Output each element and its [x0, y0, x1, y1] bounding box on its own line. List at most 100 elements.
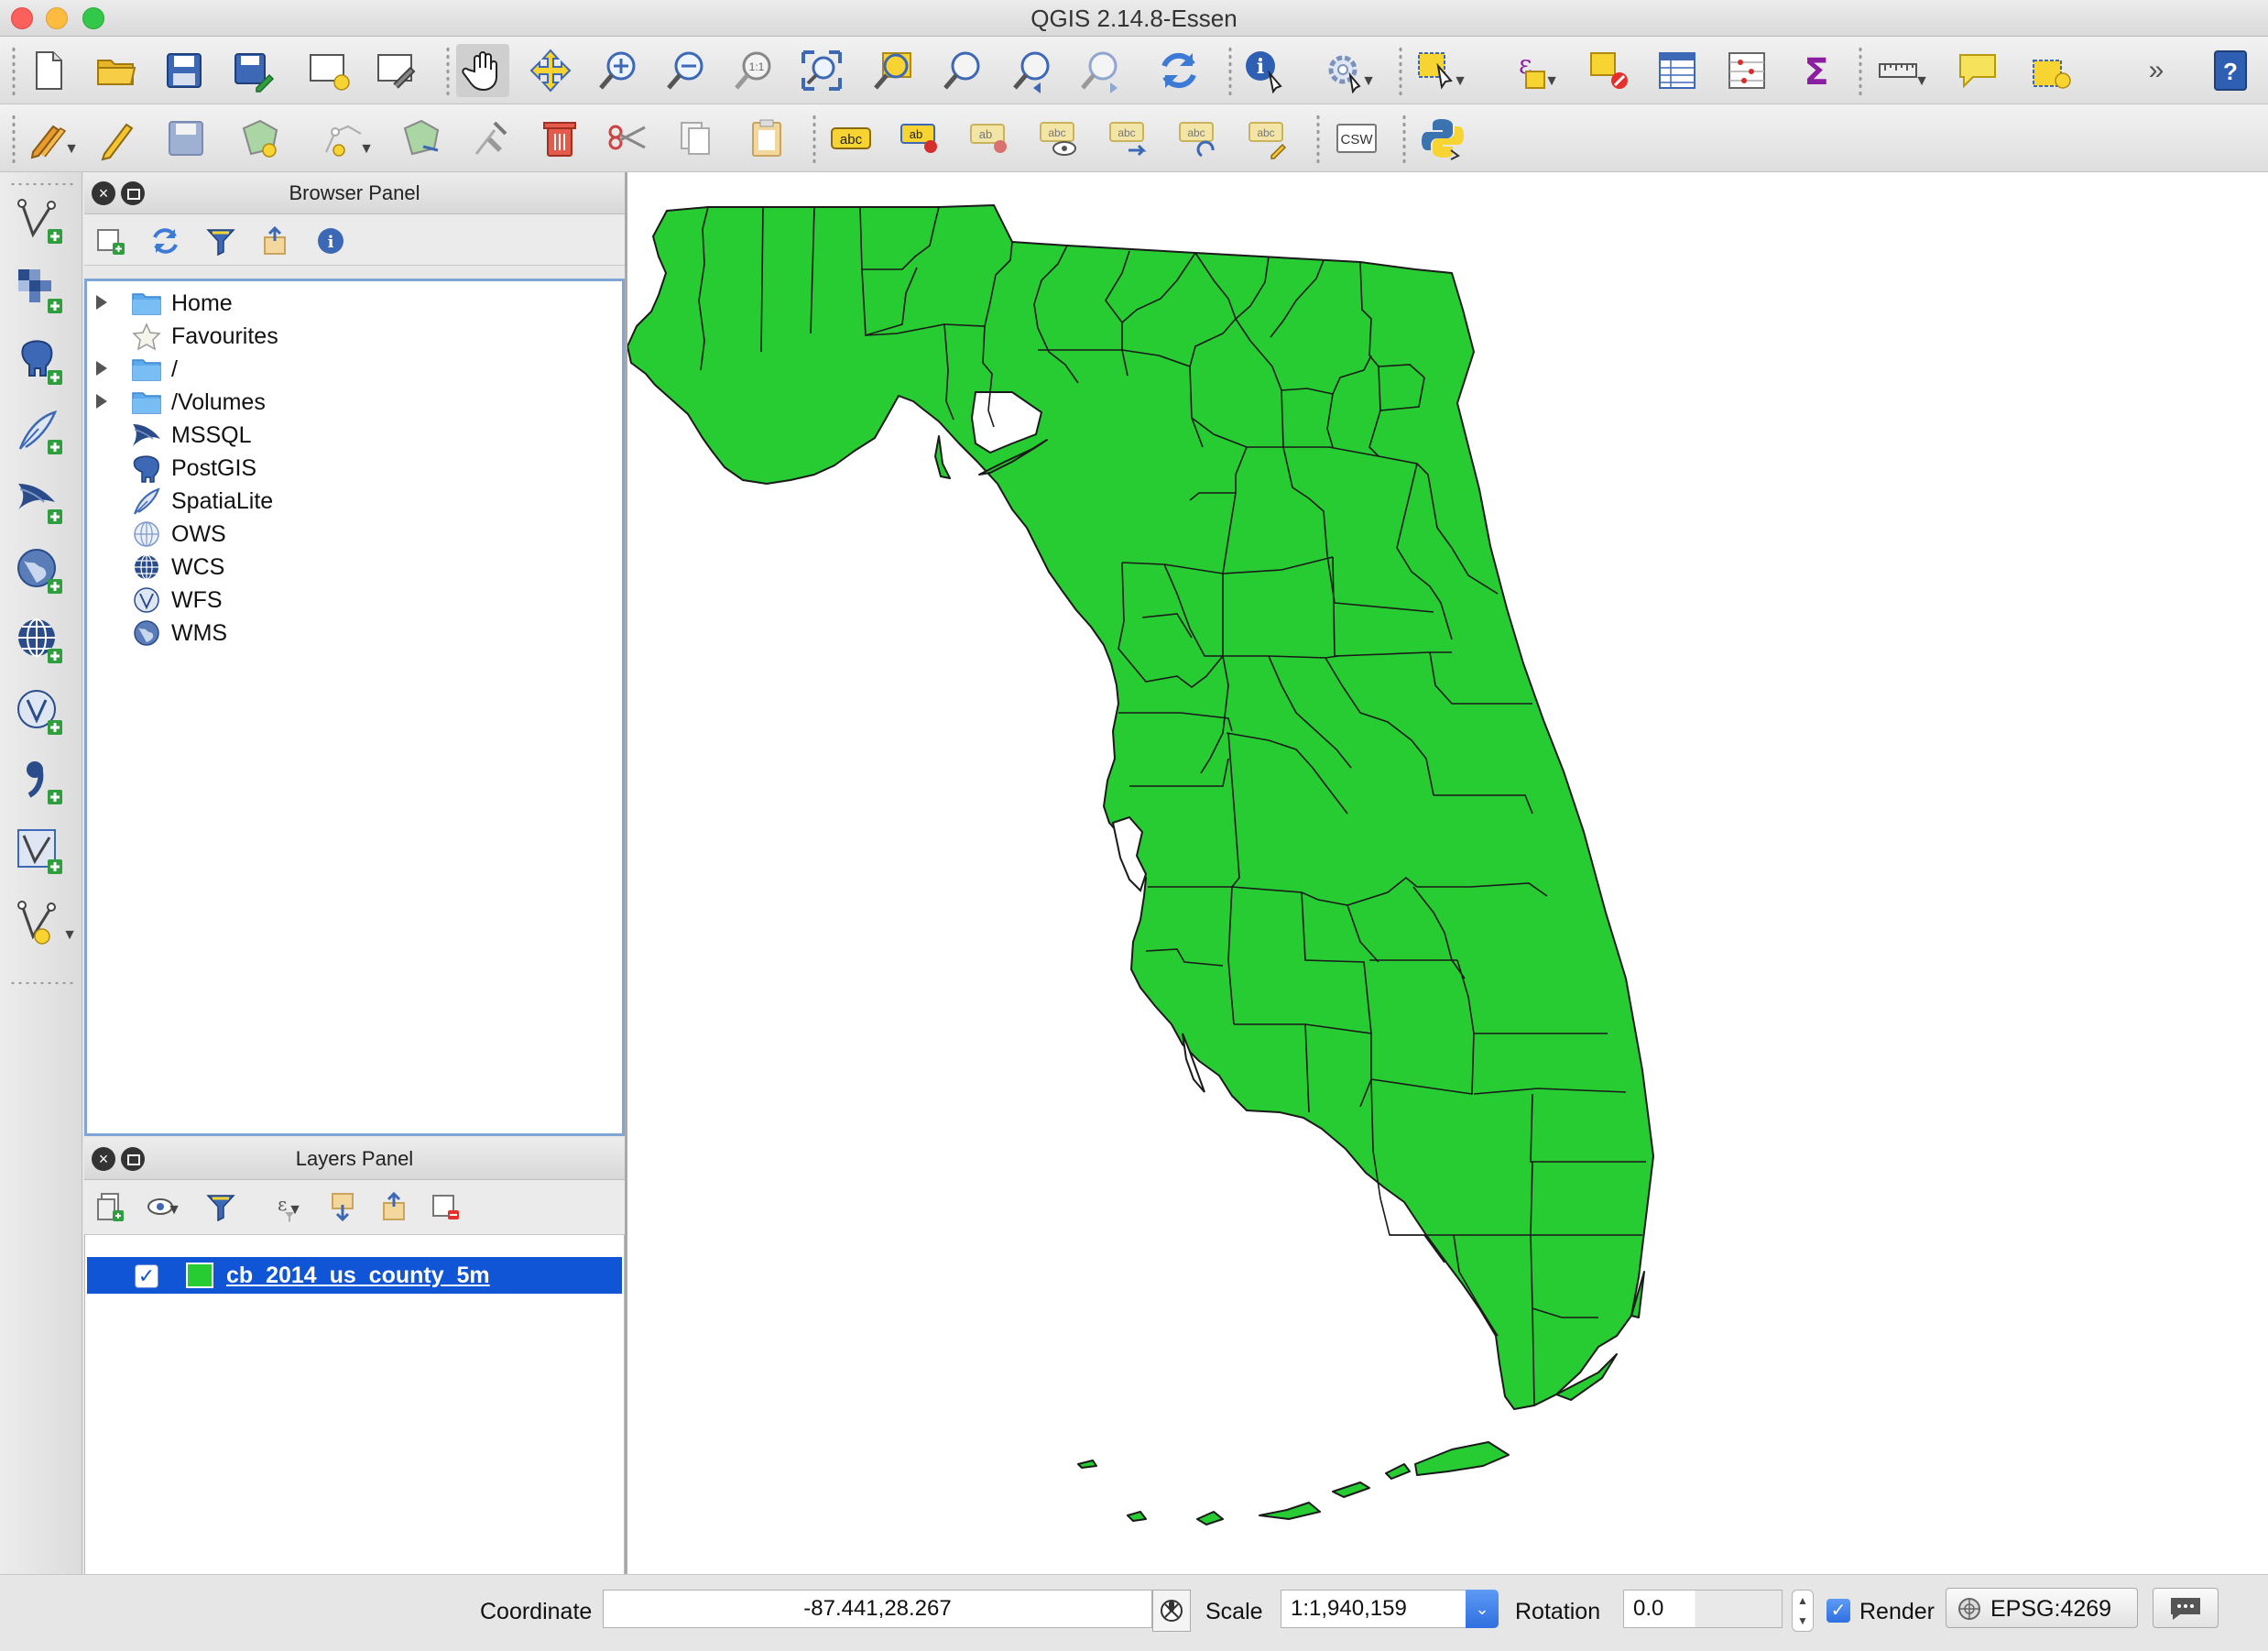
zoom-in-button[interactable] — [592, 44, 645, 97]
show-hide-labels-button[interactable]: abc — [1033, 112, 1086, 165]
tree-item-root[interactable]: / — [87, 353, 618, 386]
toolbar-grip[interactable] — [9, 980, 73, 986]
tree-item-home[interactable]: Home — [87, 287, 618, 320]
add-spatialite-layer-button[interactable] — [13, 405, 68, 460]
manage-layer-visibility-button[interactable]: ▼ — [143, 1187, 181, 1226]
layer-labeling-options-button[interactable]: abc — [824, 112, 878, 165]
add-vector-layer-button[interactable] — [13, 194, 68, 249]
select-features-button[interactable]: ▼ — [1411, 44, 1467, 97]
toolbar-grip[interactable] — [9, 181, 73, 187]
new-print-composer-button[interactable] — [302, 44, 355, 97]
run-feature-action-button[interactable]: ▼ — [1319, 44, 1376, 97]
cut-features-button[interactable] — [601, 112, 654, 165]
save-as-button[interactable] — [225, 44, 278, 97]
expand-arrow-icon[interactable] — [96, 361, 107, 376]
layer-row[interactable]: ✓ cb_2014_us_county_5m — [87, 1257, 622, 1294]
add-feature-button[interactable] — [233, 112, 286, 165]
add-wfs-layer-button[interactable] — [13, 685, 68, 740]
pin-labels-button[interactable]: ab — [894, 112, 947, 165]
add-wms-layer-button[interactable] — [13, 544, 68, 599]
tree-item-wms[interactable]: WMS — [87, 617, 618, 650]
toolbar-grip[interactable] — [445, 46, 451, 95]
zoom-to-selection-button[interactable] — [867, 44, 920, 97]
highlight-pinned-labels-button[interactable]: ab — [964, 112, 1017, 165]
toggle-editing-button[interactable] — [92, 112, 145, 165]
expand-arrow-icon[interactable] — [96, 295, 107, 310]
select-by-expression-button[interactable]: ε ▼ — [1502, 44, 1559, 97]
node-edit-tool-button[interactable] — [463, 112, 517, 165]
zoom-native-resolution-button[interactable]: 1:1 — [727, 44, 780, 97]
toolbar-grip[interactable] — [11, 114, 16, 163]
collapse-all-button[interactable] — [376, 1187, 414, 1226]
layers-tree[interactable]: ✓ cb_2014_us_county_5m — [84, 1235, 625, 1574]
new-project-button[interactable] — [22, 44, 75, 97]
enable-properties-button[interactable]: i — [311, 222, 350, 260]
expand-all-button[interactable] — [324, 1187, 363, 1226]
rotate-label-button[interactable]: abc — [1172, 112, 1226, 165]
field-calculator-button[interactable]: Σ — [1790, 44, 1843, 97]
add-virtual-layer-button[interactable] — [13, 825, 68, 880]
toolbar-grip[interactable] — [11, 46, 16, 95]
tree-item-wfs[interactable]: WFS — [87, 584, 618, 617]
add-wcs-layer-button[interactable] — [13, 614, 68, 669]
move-feature-button[interactable]: ▼ — [317, 112, 374, 165]
crs-status-button[interactable]: EPSG:4269 — [1946, 1588, 2138, 1628]
add-delimited-text-layer-button[interactable] — [13, 755, 68, 810]
tree-item-ows[interactable]: OWS — [87, 518, 618, 551]
toolbar-grip[interactable] — [1401, 114, 1407, 163]
measure-line-button[interactable]: ▼ — [1872, 44, 1929, 97]
tree-item-spatialite[interactable]: SpatiaLite — [87, 485, 618, 518]
refresh-browser-button[interactable] — [147, 222, 185, 260]
toolbar-grip[interactable] — [812, 114, 817, 163]
map-canvas[interactable] — [625, 172, 2268, 1574]
add-group-button[interactable] — [92, 1187, 130, 1226]
add-raster-layer-button[interactable] — [13, 264, 68, 319]
pan-map-button[interactable] — [456, 44, 509, 97]
change-label-button[interactable]: abc — [1242, 112, 1295, 165]
tree-item-favourites[interactable]: Favourites — [87, 320, 618, 353]
paste-features-button[interactable] — [740, 112, 793, 165]
expand-arrow-icon[interactable] — [96, 394, 107, 409]
toggle-extents-button[interactable] — [1152, 1590, 1191, 1632]
collapse-all-button[interactable] — [256, 222, 295, 260]
toolbar-grip[interactable] — [1227, 46, 1233, 95]
map-tips-button[interactable] — [1951, 44, 2004, 97]
toolbar-overflow-button[interactable]: » — [2140, 44, 2173, 97]
node-tool-button[interactable] — [394, 112, 447, 165]
identify-features-button[interactable]: i — [1238, 44, 1292, 97]
coordinate-field[interactable]: -87.441,28.267 — [603, 1590, 1152, 1628]
scale-dropdown-button[interactable]: ⌄ — [1466, 1590, 1499, 1628]
render-checkbox[interactable]: ✓ — [1826, 1599, 1850, 1623]
toolbar-grip[interactable] — [1858, 46, 1863, 95]
zoom-next-button[interactable] — [1074, 44, 1127, 97]
zoom-to-layer-button[interactable] — [936, 44, 989, 97]
filter-legend-button[interactable] — [202, 1187, 240, 1226]
open-project-button[interactable] — [90, 44, 143, 97]
zoom-out-button[interactable] — [660, 44, 713, 97]
log-messages-button[interactable] — [2153, 1588, 2219, 1628]
save-layer-edits-button[interactable] — [159, 112, 213, 165]
layer-visibility-checkbox[interactable]: ✓ — [135, 1264, 158, 1288]
scale-combobox[interactable]: 1:1,940,159 — [1281, 1590, 1467, 1628]
delete-selected-button[interactable] — [533, 112, 586, 165]
tree-item-mssql[interactable]: MSSQL — [87, 419, 618, 452]
toolbar-grip[interactable] — [1398, 46, 1403, 95]
current-edits-button[interactable]: ▼ — [22, 112, 79, 165]
tree-item-postgis[interactable]: PostGIS — [87, 452, 618, 485]
csw-search-button[interactable]: CSW — [1330, 112, 1383, 165]
save-project-button[interactable] — [158, 44, 211, 97]
deselect-features-button[interactable] — [1583, 44, 1636, 97]
move-label-button[interactable]: abc — [1103, 112, 1156, 165]
tree-item-volumes[interactable]: /Volumes — [87, 386, 618, 419]
zoom-full-button[interactable] — [795, 44, 848, 97]
toolbar-grip[interactable] — [1315, 114, 1321, 163]
filter-browser-button[interactable] — [202, 222, 240, 260]
rotation-spinbox[interactable]: 0.0 — [1623, 1590, 1783, 1628]
pan-to-selection-button[interactable] — [524, 44, 577, 97]
add-mssql-layer-button[interactable] — [13, 475, 68, 530]
add-selected-layers-button[interactable] — [92, 222, 130, 260]
python-console-button[interactable] — [1416, 112, 1469, 165]
copy-features-button[interactable] — [669, 112, 722, 165]
new-bookmark-button[interactable] — [2024, 44, 2077, 97]
remove-layer-button[interactable] — [427, 1187, 465, 1226]
